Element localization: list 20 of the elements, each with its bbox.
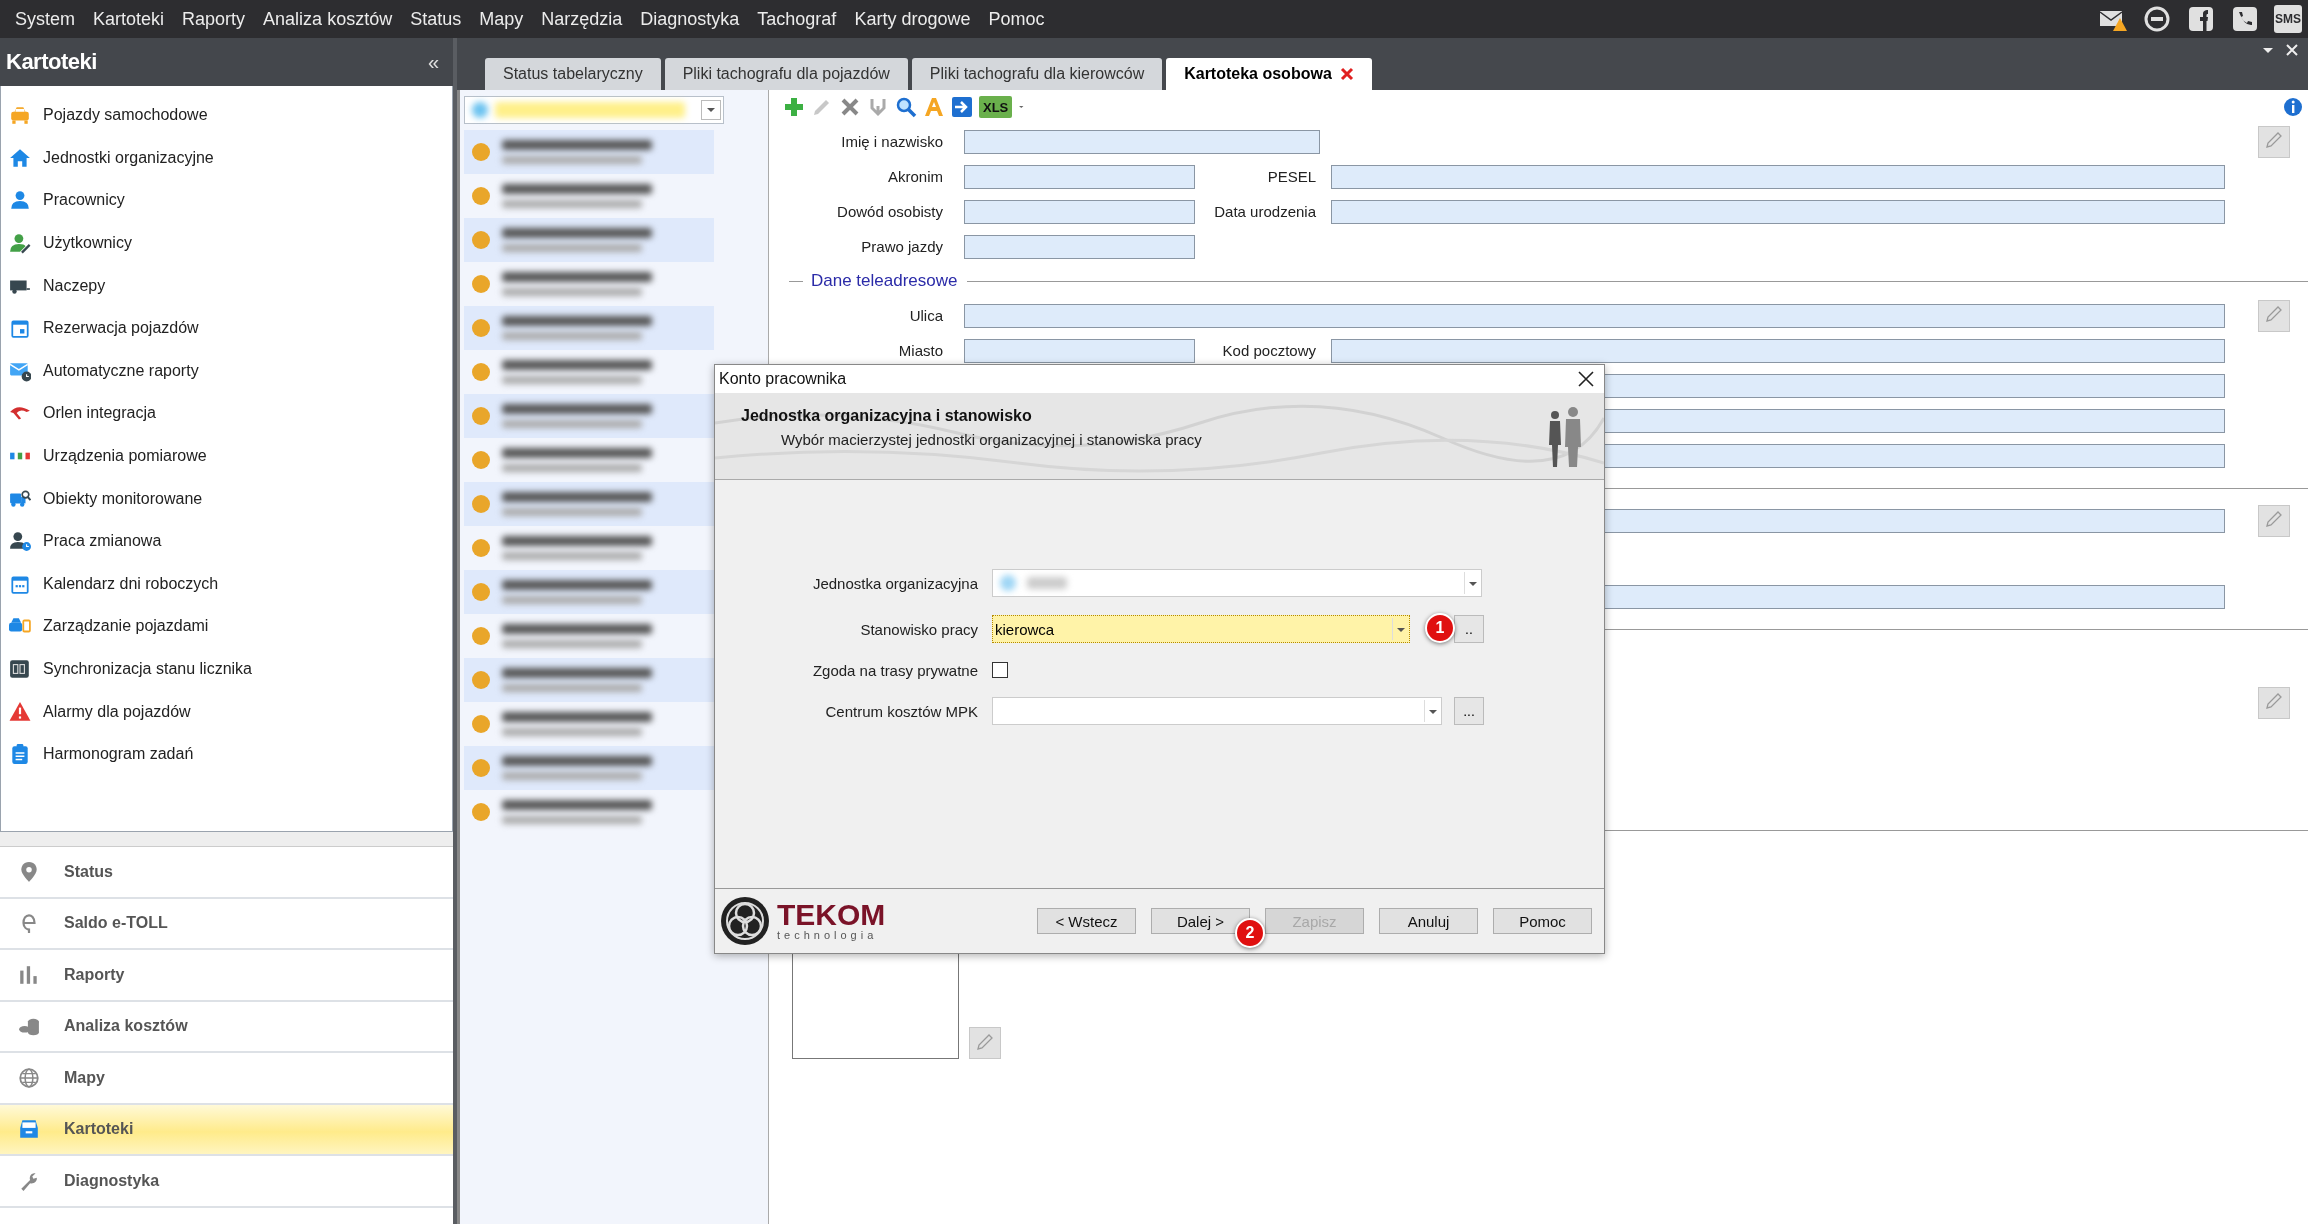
field-label: Dowód osobisty (836, 203, 944, 220)
dialog-subtitle: Wybór macierzystej jednostki organizacyjnej i stanowiska pracy (781, 431, 1202, 448)
field-label: Miasto (897, 342, 944, 359)
field-label: Imię i nazwisko (840, 133, 944, 150)
dialog-title: Konto pracownika (719, 370, 847, 388)
logo-tagline: technologia (777, 929, 879, 941)
field-label: Stanowisko pracy (859, 620, 979, 638)
field-label: Prawo jazdy (860, 238, 944, 255)
field-label: Kod pocztowy (1221, 342, 1317, 359)
field-label: Zgoda na trasy prywatne (811, 661, 979, 679)
panel-title: Kartoteki (6, 49, 97, 75)
logo-text: TEKOM (777, 901, 886, 929)
field-label: Data urodzenia (1213, 203, 1317, 220)
field-label: PESEL (1266, 168, 1317, 185)
field-label: Ulica (908, 307, 944, 324)
section-title: Dane teleadresowe (811, 271, 959, 291)
field-label: Jednostka organizacyjna (811, 574, 979, 592)
field-label: Akronim (887, 168, 944, 185)
field-label: Centrum kosztów MPK (824, 702, 979, 720)
dialog-heading: Jednostka organizacyjna i stanowisko (741, 407, 1032, 425)
